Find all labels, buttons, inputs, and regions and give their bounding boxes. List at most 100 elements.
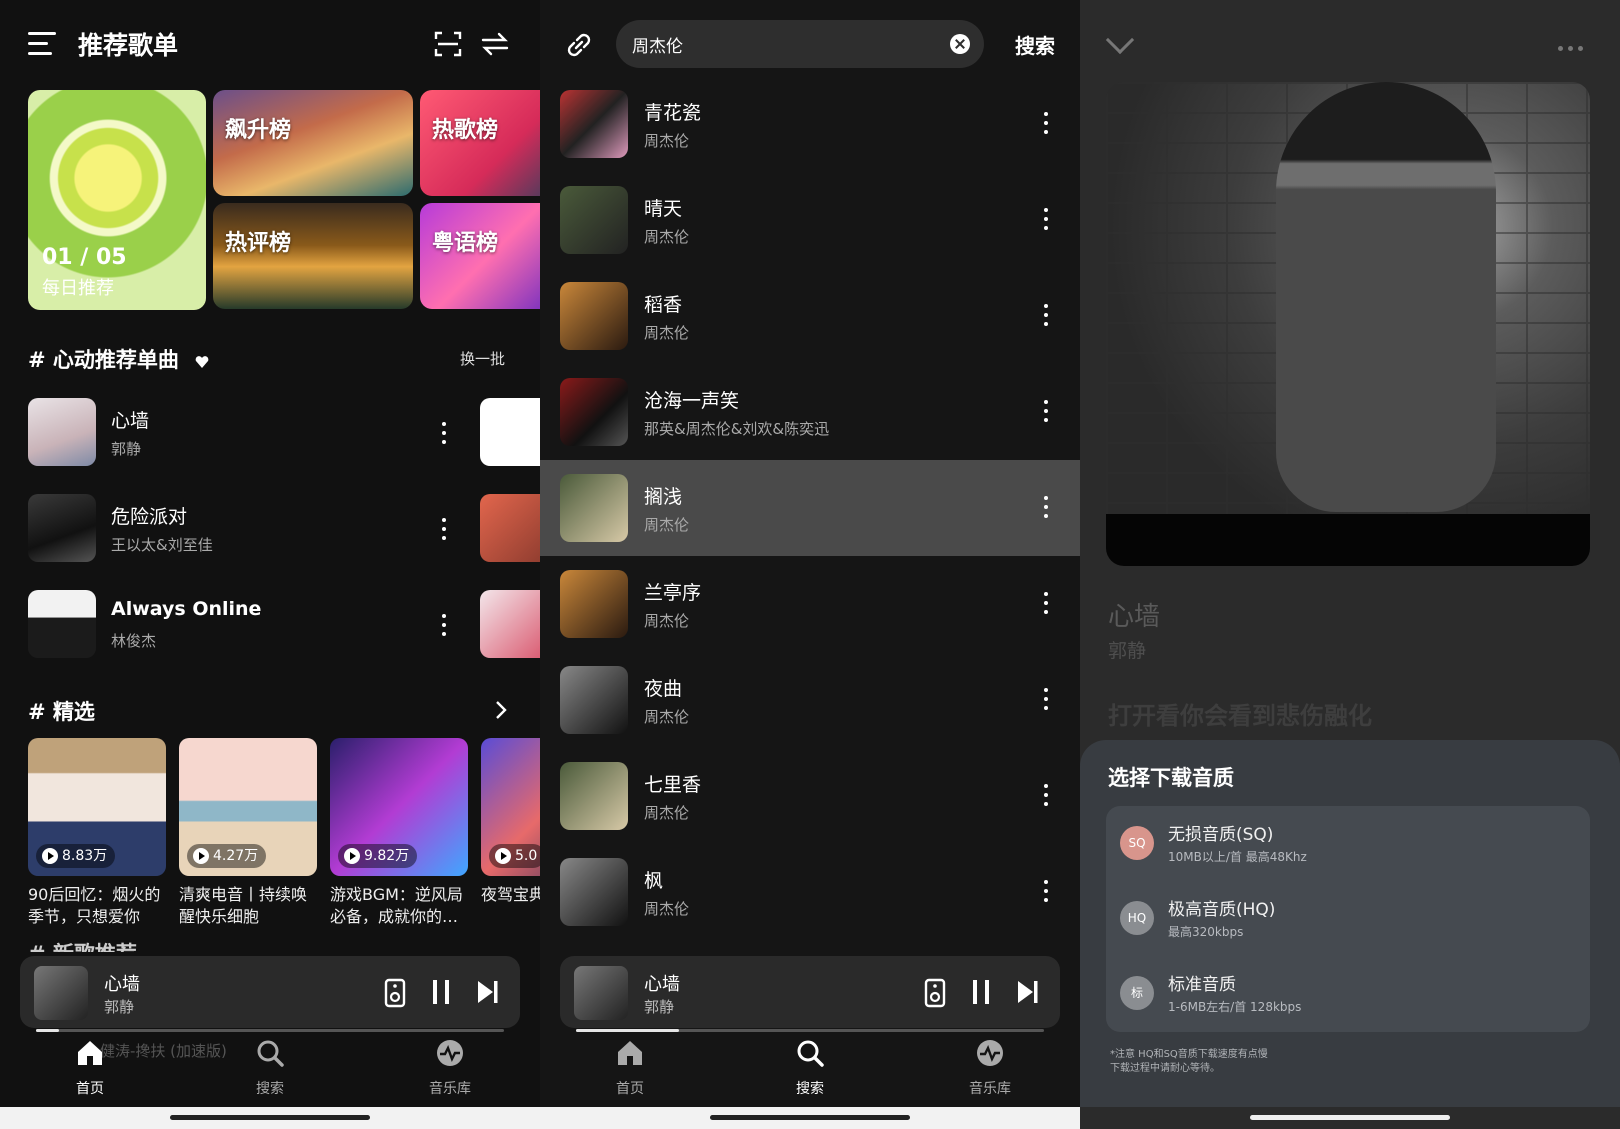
refresh-button[interactable]: 换一批 xyxy=(460,348,505,369)
search-button[interactable]: 搜索 xyxy=(1015,30,1055,59)
more-options-icon[interactable] xyxy=(1042,496,1050,520)
quality-option-sq[interactable]: SQ 无损音质(SQ) 10MB以上/首 最高48Khz xyxy=(1106,806,1590,880)
now-playing-title: 心墙 xyxy=(1108,602,1161,632)
song-row[interactable]: Always Online 林俊杰 xyxy=(28,590,448,660)
heart-wings-icon xyxy=(195,356,209,368)
playlist-card[interactable]: 8.83万 90后回忆：烟火的季节，只想爱你 xyxy=(28,738,166,928)
download-note: *注意 HQ和SQ音质下载速度有点慢 下载过程中请耐心等待。 xyxy=(1110,1048,1410,1076)
search-result-row[interactable]: 七里香 周杰伦 xyxy=(540,748,1080,844)
current-lyric: 打开看你会看到悲伤融化 xyxy=(1108,702,1372,730)
search-result-row[interactable]: 夜曲 周杰伦 xyxy=(540,652,1080,748)
more-options-icon[interactable] xyxy=(1042,112,1050,136)
song-artist: 周杰伦 xyxy=(644,228,690,246)
playlist-card[interactable]: 9.82万 游戏BGM：逆风局必备，成就你的… xyxy=(330,738,468,928)
playlist-cover: 9.82万 xyxy=(330,738,468,876)
note-line: 下载过程中请耐心等待。 xyxy=(1110,1063,1220,1074)
more-options-icon[interactable] xyxy=(1042,688,1050,712)
play-count: 8.83万 xyxy=(36,844,116,868)
song-artist: 周杰伦 xyxy=(644,516,690,534)
more-options-icon[interactable] xyxy=(1042,304,1050,328)
play-count: 4.27万 xyxy=(187,844,267,868)
quality-option-hq[interactable]: HQ 极高音质(HQ) 最高320kbps xyxy=(1106,881,1590,955)
tab-library[interactable]: 音乐库 xyxy=(945,1030,1035,1098)
banner-label: 热歌榜 xyxy=(432,118,499,143)
hot-chart-banner[interactable]: 热歌榜 xyxy=(420,90,540,196)
tab-home[interactable]: 首页 xyxy=(45,1030,135,1098)
home-indicator[interactable] xyxy=(170,1115,370,1120)
chevron-right-icon[interactable] xyxy=(494,700,508,720)
mini-player[interactable]: 心墙 郭静 xyxy=(560,956,1060,1032)
speaker-icon[interactable] xyxy=(924,978,946,1008)
tab-search[interactable]: 搜索 xyxy=(225,1030,315,1098)
search-result-row[interactable]: 青花瓷 周杰伦 xyxy=(540,76,1080,172)
more-options-icon[interactable] xyxy=(440,518,448,540)
search-result-row[interactable]: 沧海一声笑 那英&周杰伦&刘欢&陈奕迅 xyxy=(540,364,1080,460)
song-cover-peek[interactable] xyxy=(480,398,540,466)
clear-icon[interactable] xyxy=(950,34,970,54)
tab-library[interactable]: 音乐库 xyxy=(405,1030,495,1098)
scan-icon[interactable] xyxy=(434,30,462,58)
playlist-title: 清爽电音丨持续唤醒快乐细胞 xyxy=(179,885,308,926)
collapse-chevron-icon[interactable] xyxy=(1105,25,1135,55)
pause-icon[interactable] xyxy=(970,978,992,1006)
hot-comment-chart-banner[interactable]: 热评榜 xyxy=(213,203,413,309)
song-cover-peek[interactable] xyxy=(480,590,540,658)
search-result-row[interactable]: 晴天 周杰伦 xyxy=(540,172,1080,268)
more-options-icon[interactable] xyxy=(1558,36,1588,55)
now-playing-screen: 心墙 郭静 打开看你会看到悲伤融化 选择下载音质 SQ 无损音质(SQ) 10M… xyxy=(1080,0,1620,1129)
home-indicator[interactable] xyxy=(1250,1115,1450,1120)
song-name: 晴天 xyxy=(644,198,683,220)
search-result-row[interactable]: 稻香 周杰伦 xyxy=(540,268,1080,364)
song-artist: 周杰伦 xyxy=(644,708,690,726)
search-result-row[interactable]: 搁浅 周杰伦 xyxy=(540,460,1080,556)
pause-icon[interactable] xyxy=(430,978,452,1006)
search-input[interactable] xyxy=(632,20,932,68)
rising-chart-banner[interactable]: 飙升榜 xyxy=(213,90,413,196)
cantonese-chart-banner[interactable]: 粤语榜 xyxy=(420,203,540,309)
song-name: Always Online xyxy=(111,598,262,620)
speaker-icon[interactable] xyxy=(384,978,406,1008)
more-options-icon[interactable] xyxy=(1042,592,1050,616)
playlist-title: 90后回忆：烟火的季节，只想爱你 xyxy=(28,885,161,926)
daily-recommend-banner[interactable]: 01 / 05 每日推荐 xyxy=(28,90,206,310)
tab-label: 搜索 xyxy=(256,1081,284,1097)
home-indicator[interactable] xyxy=(710,1115,910,1120)
home-icon xyxy=(78,1041,102,1065)
next-track-icon[interactable] xyxy=(476,978,500,1006)
song-row[interactable]: 危险派对 王以太&刘至佳 xyxy=(28,494,448,564)
music-library-icon xyxy=(437,1040,463,1066)
playlist-card[interactable]: 5.0 夜驾宝典电音之旅 xyxy=(481,738,540,928)
quality-option-standard[interactable]: 标 标准音质 1-6MB左右/首 128kbps xyxy=(1106,956,1590,1030)
search-result-row[interactable]: 枫周杰伦 xyxy=(540,844,1080,940)
mini-player[interactable]: 心墙 郭静 xyxy=(20,956,520,1032)
mini-player-cover xyxy=(34,966,88,1020)
playlist-cover: 4.27万 xyxy=(179,738,317,876)
picks-heading: # 精选 xyxy=(28,700,95,724)
now-playing-artist: 郭静 xyxy=(1108,640,1147,662)
song-row[interactable]: 心墙 郭静 xyxy=(28,398,448,468)
playlist-title: 游戏BGM：逆风局必备，成就你的… xyxy=(330,885,463,926)
song-name: 搁浅 xyxy=(644,486,683,508)
song-artist: 林俊杰 xyxy=(111,632,157,650)
artwork-figure xyxy=(1276,82,1496,512)
search-result-row[interactable]: 兰亭序 周杰伦 xyxy=(540,556,1080,652)
next-track-icon[interactable] xyxy=(1016,978,1040,1006)
system-nav-bar xyxy=(0,1107,540,1129)
playlist-card[interactable]: 4.27万 清爽电音丨持续唤醒快乐细胞 xyxy=(179,738,317,928)
menu-icon[interactable] xyxy=(28,32,56,56)
more-options-icon[interactable] xyxy=(1042,208,1050,232)
more-options-icon[interactable] xyxy=(440,614,448,636)
song-cover-peek[interactable] xyxy=(480,494,540,562)
tab-search[interactable]: 搜索 xyxy=(765,1030,855,1098)
more-options-icon[interactable] xyxy=(440,422,448,444)
swap-icon[interactable] xyxy=(480,30,510,58)
sheet-title: 选择下载音质 xyxy=(1108,766,1234,790)
quality-options: SQ 无损音质(SQ) 10MB以上/首 最高48Khz HQ 极高音质(HQ)… xyxy=(1106,806,1590,1032)
more-options-icon[interactable] xyxy=(1042,784,1050,808)
search-field[interactable] xyxy=(616,20,984,68)
more-options-icon[interactable] xyxy=(1042,400,1050,424)
link-icon[interactable] xyxy=(564,30,594,60)
tab-home[interactable]: 首页 xyxy=(585,1030,675,1098)
song-artist: 郭静 xyxy=(111,440,142,458)
more-options-icon[interactable] xyxy=(1042,880,1050,904)
